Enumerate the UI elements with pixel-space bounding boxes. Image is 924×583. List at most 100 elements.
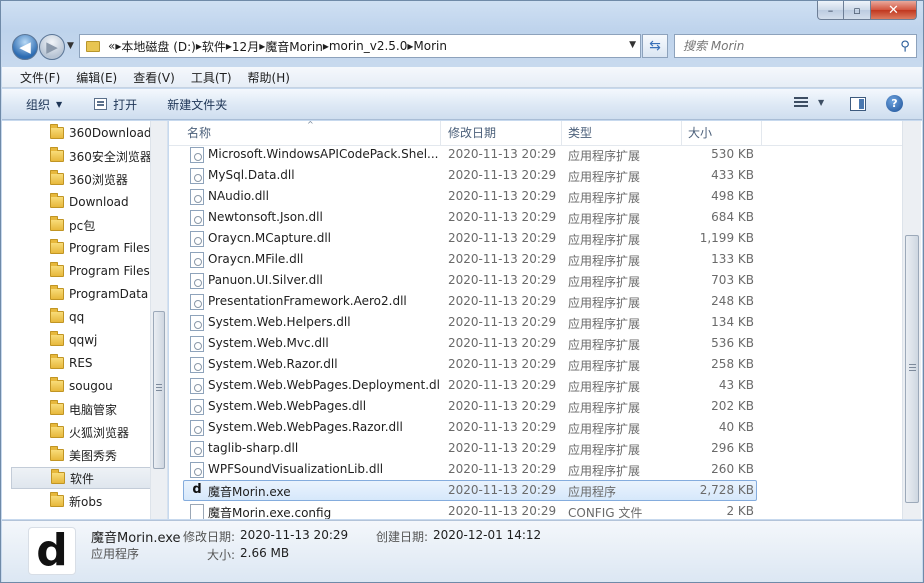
dll-icon	[190, 231, 204, 247]
column-type[interactable]: 类型	[562, 121, 682, 146]
file-date: 2020-11-13 20:29	[448, 168, 557, 182]
folder-icon	[50, 354, 64, 369]
file-row[interactable]: WPFSoundVisualizationLib.dll 2020-11-13 2…	[169, 459, 902, 480]
navigation-scrollbar-thumb[interactable]	[153, 311, 165, 469]
navigation-scrollbar[interactable]	[150, 121, 167, 519]
file-size: 40 KB	[718, 420, 754, 434]
column-size[interactable]: 大小	[682, 121, 762, 146]
file-row[interactable]: Panuon.UI.Silver.dll 2020-11-13 20:29 应用程序…	[169, 270, 902, 291]
dll-icon	[190, 357, 204, 373]
tree-item[interactable]: 电脑管家	[11, 398, 151, 420]
tree-item[interactable]: pc包	[11, 214, 151, 236]
address-bar[interactable]: « ▸ 本地磁盘 (D:) ▸ 软件 ▸ 12月 ▸ 魔音Morin ▸ morin_v2.5.0…	[79, 34, 641, 58]
tree-item[interactable]: 360浏览器	[11, 168, 151, 190]
file-name: Oraycn.MFile.dll	[208, 252, 304, 266]
folder-icon	[50, 170, 64, 185]
breadcrumb-item[interactable]: Morin	[413, 39, 447, 53]
breadcrumb-item[interactable]: 软件	[202, 38, 226, 55]
maximize-button[interactable]: ▫	[844, 1, 871, 20]
file-row[interactable]: PresentationFramework.Aero2.dll 2020-11-1…	[169, 291, 902, 312]
file-name: Microsoft.WindowsAPICodePack.Shel...	[208, 147, 439, 161]
back-button[interactable]: ◀	[12, 34, 38, 60]
tree-item[interactable]: ProgramData	[11, 283, 151, 305]
search-box[interactable]: ⚲	[674, 34, 917, 58]
tree-item[interactable]: 360安全浏览器	[11, 145, 151, 167]
file-row[interactable]: System.Web.WebPages.Razor.dll 2020-11-13 …	[169, 417, 902, 438]
file-row[interactable]: d 魔音Morin.exe 2020-11-13 20:29 应用程序 2,728 KB	[169, 480, 902, 501]
tree-item-label: 美图秀秀	[69, 448, 118, 463]
tree-item[interactable]: 软件	[11, 467, 151, 489]
tree-item[interactable]: Program Files	[11, 237, 151, 259]
file-list-scrollbar[interactable]	[902, 121, 921, 519]
close-button[interactable]: ✕	[871, 1, 917, 20]
file-row[interactable]: System.Web.Razor.dll 2020-11-13 20:29 应用程序…	[169, 354, 902, 375]
column-date[interactable]: 修改日期	[442, 121, 562, 146]
file-row[interactable]: Oraycn.MCapture.dll 2020-11-13 20:29 应用程序扩…	[169, 228, 902, 249]
help-icon[interactable]: ?	[886, 95, 903, 112]
file-row[interactable]: Newtonsoft.Json.dll 2020-11-13 20:29 应用程序扩…	[169, 207, 902, 228]
dll-icon	[190, 315, 204, 331]
file-row[interactable]: MySql.Data.dll 2020-11-13 20:29 应用程序扩展 433 …	[169, 165, 902, 186]
file-row[interactable]: NAudio.dll 2020-11-13 20:29 应用程序扩展 498 KB	[169, 186, 902, 207]
organize-button[interactable]: 组织 ▼	[26, 96, 62, 113]
file-row[interactable]: taglib-sharp.dll 2020-11-13 20:29 应用程序扩展 29…	[169, 438, 902, 459]
detail-modified-value: 2020-11-13 20:29	[240, 528, 349, 542]
file-type: 应用程序扩展	[568, 380, 641, 394]
change-view-button[interactable]: ▼	[794, 97, 824, 108]
tree-item[interactable]: 新obs	[11, 490, 151, 512]
file-size: 2,728 KB	[699, 483, 754, 497]
file-list-scrollbar-thumb[interactable]	[905, 235, 919, 503]
tree-item-label: Program Files	[69, 264, 150, 278]
file-name: Panuon.UI.Silver.dll	[208, 273, 323, 287]
dll-icon	[190, 399, 204, 415]
file-row[interactable]: Microsoft.WindowsAPICodePack.Shel... 2020…	[169, 144, 902, 165]
minimize-button[interactable]: –	[817, 1, 844, 20]
new-folder-button[interactable]: 新建文件夹	[167, 96, 227, 113]
breadcrumb-item[interactable]: 本地磁盘 (D:)	[121, 38, 195, 55]
dll-icon	[190, 378, 204, 394]
search-icon[interactable]: ⚲	[894, 39, 916, 54]
file-type: 应用程序扩展	[568, 149, 641, 163]
menu-item[interactable]: 文件(F)	[12, 69, 68, 86]
file-row[interactable]: Oraycn.MFile.dll 2020-11-13 20:29 应用程序扩展 13…	[169, 249, 902, 270]
file-row[interactable]: System.Web.WebPages.Deployment.dll 2020-1…	[169, 375, 902, 396]
navigation-bar: ◀ ▶ ▼ « ▸ 本地磁盘 (D:) ▸ 软件 ▸ 12月 ▸ 魔音Morin ▸ morin_…	[1, 31, 923, 65]
folder-icon	[50, 216, 64, 231]
tree-item[interactable]: 360Download	[11, 122, 151, 144]
menu-item[interactable]: 工具(T)	[183, 69, 240, 86]
tree-item[interactable]: qqwj	[11, 329, 151, 351]
menu-item[interactable]: 查看(V)	[125, 69, 183, 86]
open-button[interactable]: 打开	[94, 96, 137, 113]
menu-item[interactable]: 编辑(E)	[68, 69, 125, 86]
file-row[interactable]: System.Web.Mvc.dll 2020-11-13 20:29 应用程序扩展…	[169, 333, 902, 354]
file-row[interactable]: System.Web.WebPages.dll 2020-11-13 20:29 应…	[169, 396, 902, 417]
tree-item[interactable]: qq	[11, 306, 151, 328]
breadcrumb-item[interactable]: morin_v2.5.0	[329, 39, 408, 53]
chevron-down-icon: ▼	[56, 99, 63, 109]
preview-pane-icon[interactable]	[850, 97, 866, 111]
tree-item[interactable]: Download	[11, 191, 151, 213]
detail-file-type: 应用程序	[91, 547, 140, 561]
search-input[interactable]	[675, 36, 894, 56]
menu-item[interactable]: 帮助(H)	[240, 69, 298, 86]
tree-item-label: qq	[69, 310, 85, 324]
dll-icon	[190, 252, 204, 268]
tree-item[interactable]: 美图秀秀	[11, 444, 151, 466]
tree-item[interactable]: 火狐浏览器	[11, 421, 151, 443]
dll-icon	[190, 420, 204, 436]
file-name: Oraycn.MCapture.dll	[208, 231, 332, 245]
file-row[interactable]: 魔音Morin.exe.config 2020-11-13 20:29 CONFIG…	[169, 501, 902, 519]
recent-pages-dropdown-icon[interactable]: ▼	[67, 41, 74, 51]
refresh-button[interactable]: ⇆	[642, 34, 668, 58]
breadcrumb-item[interactable]: 12月	[232, 38, 259, 55]
breadcrumb-item[interactable]: 魔音Morin	[265, 38, 323, 55]
file-date: 2020-11-13 20:29	[448, 441, 557, 455]
tree-item[interactable]: sougou	[11, 375, 151, 397]
tree-item[interactable]: Program Files	[11, 260, 151, 282]
organize-label: 组织	[26, 97, 51, 112]
file-row[interactable]: System.Web.Helpers.dll 2020-11-13 20:29 应用…	[169, 312, 902, 333]
tree-item[interactable]: RES	[11, 352, 151, 374]
breadcrumb-overflow[interactable]: «	[108, 39, 115, 53]
address-history-dropdown-icon[interactable]: ▼	[629, 40, 636, 50]
forward-button[interactable]: ▶	[39, 34, 65, 60]
